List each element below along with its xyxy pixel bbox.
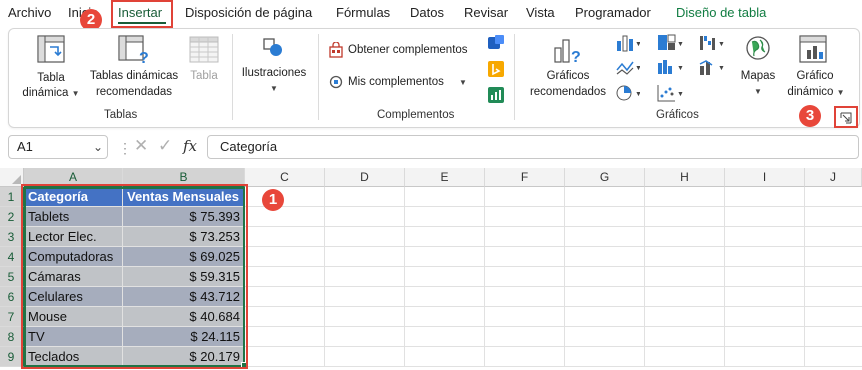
pivot-chart-label-2: dinámico ▼ xyxy=(787,86,845,98)
svg-text:▼: ▼ xyxy=(718,41,725,48)
recommended-pivot-icon: ? xyxy=(118,35,149,66)
line-chart-icon: ▼ xyxy=(616,61,642,75)
formula-input[interactable]: Categoría xyxy=(207,135,859,159)
chevron-down-icon: ▼ xyxy=(836,88,845,97)
chevron-down-icon[interactable]: ⌄ xyxy=(93,140,103,154)
column-header-i[interactable]: I xyxy=(725,168,805,187)
formula-content: Categoría xyxy=(220,139,278,154)
pivot-table-icon xyxy=(37,35,65,63)
group-label-tablas: Tablas xyxy=(104,109,138,121)
scatter-chart-button[interactable]: ▼ xyxy=(657,84,684,107)
svg-text:▼: ▼ xyxy=(718,65,725,72)
store-icon xyxy=(329,42,343,58)
more-options-icon: ⋮ xyxy=(118,140,132,156)
pivot-chart-label: Gráfico xyxy=(796,70,834,82)
name-box[interactable]: A1 ⌄ xyxy=(8,135,108,159)
pie-chart-icon: ▼ xyxy=(616,85,642,101)
chevron-down-icon: ▼ xyxy=(754,87,762,96)
chevron-down-icon: ▼ xyxy=(459,78,467,87)
column-header-f[interactable]: F xyxy=(485,168,565,187)
statistic-chart-icon: ▼ xyxy=(658,60,684,74)
dialog-launcher-icon xyxy=(840,112,852,124)
column-header-c[interactable]: C xyxy=(245,168,325,187)
recommended-charts-label: Gráficos xyxy=(546,70,590,82)
tab-diseno-tabla[interactable]: Diseño de tabla xyxy=(676,2,766,24)
pivot-table-label-2: dinámica ▼ xyxy=(22,87,80,99)
waterfall-chart-button[interactable]: ▼ xyxy=(699,34,725,57)
waterfall-chart-icon: ▼ xyxy=(700,36,725,50)
step-badge-1: 1 xyxy=(262,189,284,211)
combo-chart-icon: ▼ xyxy=(699,60,725,75)
tab-archivo[interactable]: Archivo xyxy=(8,2,51,24)
people-graph-icon[interactable] xyxy=(487,86,505,104)
group-separator xyxy=(514,34,515,120)
column-chart-button[interactable]: ▼ xyxy=(616,34,642,57)
column-header-j[interactable]: J xyxy=(805,168,862,187)
svg-text:▼: ▼ xyxy=(635,91,640,98)
chevron-down-icon: ▼ xyxy=(71,89,80,98)
name-box-value: A1 xyxy=(17,139,33,154)
svg-text:▼: ▼ xyxy=(677,65,683,72)
tab-formulas[interactable]: Fórmulas xyxy=(336,2,390,24)
hierarchy-chart-icon: ▼ xyxy=(658,34,684,50)
shapes-icon xyxy=(263,38,282,56)
group-separator xyxy=(318,34,319,120)
tab-revisar[interactable]: Revisar xyxy=(464,2,508,24)
svg-text:▼: ▼ xyxy=(677,41,683,48)
pivot-table-label: Tabla xyxy=(37,72,65,84)
recommended-charts-icon: ? xyxy=(554,39,581,66)
highlight-insertar-tab xyxy=(111,0,173,28)
maps-label: Mapas xyxy=(740,70,776,82)
svg-text:?: ? xyxy=(571,49,581,66)
insert-function-button[interactable]: fx xyxy=(183,137,197,155)
group-separator xyxy=(232,34,233,120)
scatter-chart-icon: ▼ xyxy=(657,85,684,102)
pie-chart-button[interactable]: ▼ xyxy=(616,84,642,107)
my-addins-label: Mis complementos xyxy=(348,76,444,88)
column-chart-icon: ▼ xyxy=(617,35,642,52)
recommended-pivot-label-2: recomendadas xyxy=(95,86,173,98)
tab-programador[interactable]: Programador xyxy=(575,2,651,24)
table-icon xyxy=(189,36,219,63)
column-header-e[interactable]: E xyxy=(405,168,485,187)
step-badge-3: 3 xyxy=(799,105,821,127)
corner-triangle-icon xyxy=(12,175,21,184)
group-label-complementos: Complementos xyxy=(377,109,455,121)
illustrations-label: Ilustraciones xyxy=(241,67,307,79)
table-label: Tabla xyxy=(190,70,218,82)
chevron-down-icon: ▼ xyxy=(270,84,278,93)
recommended-charts-label-2: recomendados xyxy=(529,86,607,98)
globe-icon xyxy=(746,36,770,60)
get-addins-label: Obtener complementos xyxy=(348,44,468,56)
svg-text:▼: ▼ xyxy=(635,41,640,48)
cancel-icon[interactable]: ✕ xyxy=(134,136,148,156)
tab-datos[interactable]: Datos xyxy=(410,2,444,24)
enter-icon[interactable]: ✓ xyxy=(158,136,172,156)
charts-dialog-launcher-button[interactable] xyxy=(840,111,852,124)
svg-text:?: ? xyxy=(139,50,149,66)
group-label-graficos: Gráficos xyxy=(656,109,699,121)
tab-vista[interactable]: Vista xyxy=(526,2,555,24)
line-chart-button[interactable]: ▼ xyxy=(616,58,642,81)
visio-icon[interactable] xyxy=(487,34,505,52)
recommended-pivot-label: Tablas dinámicas xyxy=(89,70,179,82)
column-header-g[interactable]: G xyxy=(565,168,645,187)
combo-chart-button[interactable]: ▼ xyxy=(699,58,725,81)
svg-text:▼: ▼ xyxy=(635,65,640,72)
bing-maps-icon[interactable] xyxy=(487,60,505,78)
highlight-data-range xyxy=(21,184,248,369)
addins-icon xyxy=(329,75,343,89)
tab-disposicion[interactable]: Disposición de página xyxy=(185,2,312,24)
hierarchy-chart-button[interactable]: ▼ xyxy=(657,34,684,57)
pivot-chart-icon xyxy=(799,35,827,63)
column-header-d[interactable]: D xyxy=(325,168,405,187)
svg-text:▼: ▼ xyxy=(677,91,683,98)
column-header-h[interactable]: H xyxy=(645,168,725,187)
empty-grid-area[interactable] xyxy=(245,187,862,367)
statistic-chart-button[interactable]: ▼ xyxy=(657,58,684,81)
